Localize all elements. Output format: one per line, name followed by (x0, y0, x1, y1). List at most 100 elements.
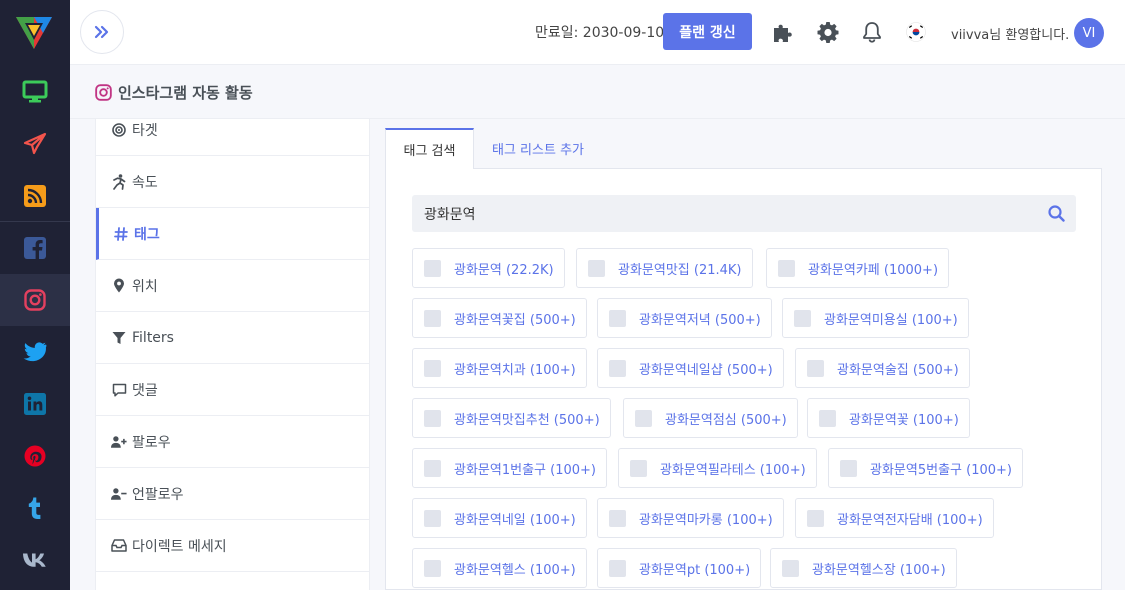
rail-facebook[interactable] (0, 222, 70, 274)
tag-result-label: 광화문역카페 (1000+) (808, 262, 939, 278)
tag-result-item[interactable]: 광화문역마카롱 (100+) (597, 498, 784, 538)
nav-item-label: 타겟 (132, 122, 158, 139)
app-logo[interactable] (14, 13, 54, 53)
renew-plan-button[interactable]: 플랜 갱신 (663, 13, 752, 50)
nav-item-tags[interactable]: 태그 (96, 208, 369, 260)
tag-result-item[interactable]: 광화문역카페 (1000+) (766, 248, 950, 288)
tag-result-item[interactable]: 광화문역5번출구 (100+) (828, 448, 1023, 488)
rail-instagram[interactable] (0, 274, 70, 326)
tag-result-label: 광화문역꽃 (100+) (849, 412, 959, 428)
tag-checkbox[interactable] (609, 309, 626, 327)
nav-item-label: 다이렉트 메세지 (132, 538, 227, 555)
tag-checkbox[interactable] (609, 359, 626, 377)
nav-item-target[interactable]: 타겟 (96, 119, 369, 156)
twitter-icon (23, 342, 47, 362)
rail-twitter[interactable] (0, 326, 70, 378)
nav-item-filters[interactable]: Filters (96, 312, 369, 364)
tag-checkbox[interactable] (778, 259, 795, 277)
tag-checkbox[interactable] (588, 259, 605, 277)
rail-linkedin[interactable] (0, 378, 70, 430)
nav-item-label: 속도 (132, 174, 158, 191)
tag-result-item[interactable]: 광화문역pt (100+) (597, 548, 762, 588)
tag-result-item[interactable]: 광화문역점심 (500+) (623, 398, 798, 438)
tag-result-item[interactable]: 광화문역저녁 (500+) (597, 298, 772, 338)
tag-checkbox[interactable] (635, 409, 652, 427)
tag-tabs: 태그 검색 태그 리스트 추가 (385, 128, 1102, 170)
nav-item-direct-message[interactable]: 다이렉트 메세지 (96, 520, 369, 572)
settings-button[interactable] (816, 20, 840, 44)
tag-result-item[interactable]: 광화문역꽃집 (500+) (412, 298, 587, 338)
nav-item-speed[interactable]: 속도 (96, 156, 369, 208)
tag-checkbox[interactable] (424, 259, 441, 277)
tag-checkbox[interactable] (424, 459, 441, 477)
rail-dashboard[interactable] (0, 66, 70, 118)
tag-checkbox[interactable] (819, 409, 836, 427)
tag-result-item[interactable]: 광화문역네일 (100+) (412, 498, 587, 538)
tag-result-item[interactable]: 광화문역네일샵 (500+) (597, 348, 784, 388)
plan-expiry-text: 만료일: 2030-09-10 (535, 25, 665, 41)
tag-checkbox[interactable] (424, 309, 441, 327)
tag-checkbox[interactable] (630, 459, 647, 477)
tag-result-item[interactable]: 광화문역전자담배 (100+) (795, 498, 994, 538)
tag-result-label: 광화문역헬스장 (100+) (812, 562, 946, 578)
bell-icon (863, 22, 881, 43)
monitor-icon (22, 80, 48, 103)
facebook-icon (24, 237, 46, 259)
tag-result-item[interactable]: 광화문역헬스장 (100+) (770, 548, 957, 588)
nav-item-label: 댓글 (132, 382, 158, 399)
notifications-button[interactable] (860, 20, 884, 44)
tag-result-label: 광화문역마카롱 (100+) (639, 512, 773, 528)
tag-checkbox[interactable] (794, 309, 811, 327)
tag-result-item[interactable]: 광화문역치과 (100+) (412, 348, 587, 388)
rail-scheduler[interactable] (0, 118, 70, 170)
tag-checkbox[interactable] (840, 459, 857, 477)
tag-checkbox[interactable] (424, 559, 441, 577)
tag-checkbox[interactable] (609, 559, 626, 577)
tag-result-label: 광화문역전자담배 (100+) (837, 512, 983, 528)
search-icon (1047, 205, 1065, 222)
tag-result-item[interactable]: 광화문역꽃 (100+) (807, 398, 970, 438)
running-icon (111, 173, 127, 190)
tag-result-item[interactable]: 광화문역맛집추천 (500+) (412, 398, 611, 438)
tab-tag-search[interactable]: 태그 검색 (385, 128, 474, 170)
tag-result-item[interactable]: 광화문역술집 (500+) (795, 348, 970, 388)
tag-checkbox[interactable] (424, 359, 441, 377)
nav-item-unfollow[interactable]: 언팔로우 (96, 468, 369, 520)
tag-checkbox[interactable] (807, 509, 824, 527)
addons-button[interactable] (772, 20, 796, 44)
tag-checkbox[interactable] (609, 509, 626, 527)
nav-item-follow[interactable]: 팔로우 (96, 416, 369, 468)
tag-checkbox[interactable] (782, 559, 799, 577)
tag-result-label: 광화문역 (22.2K) (454, 262, 554, 278)
tag-result-item[interactable]: 광화문역필라테스 (100+) (618, 448, 817, 488)
nav-item-location[interactable]: 위치 (96, 260, 369, 312)
tag-checkbox[interactable] (807, 359, 824, 377)
search-button[interactable] (1036, 195, 1076, 232)
tag-result-item[interactable]: 광화문역맛집 (21.4K) (576, 248, 753, 288)
language-selector[interactable] (904, 20, 928, 44)
rail-vk[interactable] (0, 534, 70, 586)
instagram-icon (24, 289, 46, 311)
tag-result-item[interactable]: 광화문역 (22.2K) (412, 248, 565, 288)
tag-result-item[interactable]: 광화문역헬스 (100+) (412, 548, 587, 588)
tab-add-tag-list[interactable]: 태그 리스트 추가 (476, 128, 600, 169)
rail-tumblr[interactable] (0, 482, 70, 534)
tumblr-icon (28, 497, 41, 519)
tag-result-label: 광화문역술집 (500+) (837, 362, 959, 378)
tag-checkbox[interactable] (424, 409, 441, 427)
nav-item-comments[interactable]: 댓글 (96, 364, 369, 416)
user-avatar[interactable]: VI (1074, 18, 1104, 48)
page-title-bar: 인스타그램 자동 활동 (95, 81, 253, 103)
tag-result-item[interactable]: 광화문역미용실 (100+) (782, 298, 969, 338)
linkedin-icon (24, 393, 46, 415)
tag-result-label: 광화문역맛집추천 (500+) (454, 412, 600, 428)
rail-pinterest[interactable] (0, 430, 70, 482)
settings-nav: 타겟 속도 태그 위치 Filters 댓글 팔로우 언팔로우 다이렉트 메세지 (95, 119, 370, 590)
tag-result-item[interactable]: 광화문역1번출구 (100+) (412, 448, 607, 488)
tag-checkbox[interactable] (424, 509, 441, 527)
rail-rss[interactable] (0, 170, 70, 222)
tag-search-input[interactable] (412, 195, 1036, 232)
korea-flag-icon (906, 22, 926, 42)
rss-icon (24, 185, 46, 207)
sidebar-toggle-button[interactable] (80, 10, 124, 54)
